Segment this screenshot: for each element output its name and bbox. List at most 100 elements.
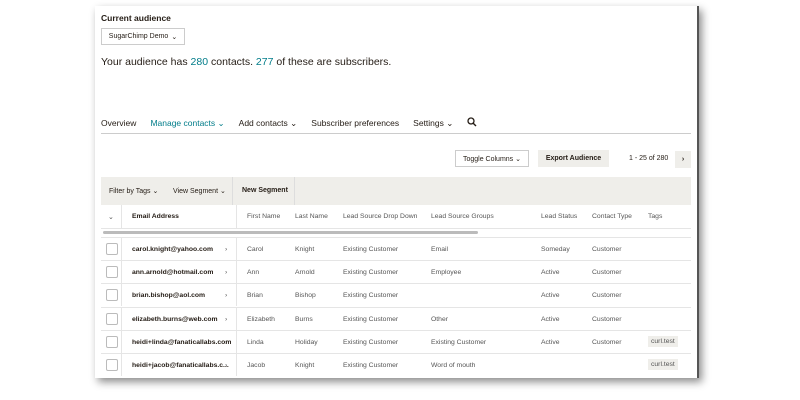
chevron-right-icon[interactable]: › <box>225 269 227 276</box>
table-row[interactable]: › heidi+linda@fanaticallabs.com Linda Holid… <box>101 329 691 353</box>
divider <box>236 238 237 260</box>
subscriber-count: 277 <box>255 56 274 68</box>
divider <box>121 205 122 228</box>
cell-tag: curl.test <box>648 335 678 347</box>
divider <box>294 177 295 205</box>
cell-contact-type: Customer <box>592 246 622 253</box>
divider <box>236 330 237 353</box>
table-row[interactable]: › brian.bishop@aol.com Brian Bishop Existing… <box>101 283 691 307</box>
cell-lead-source-groups: Employee <box>431 269 462 277</box>
summary-text: contacts. <box>208 56 256 68</box>
cell-lead-source-drop-down: Existing Customer <box>343 292 399 300</box>
cell-last-name: Burns <box>295 315 313 323</box>
cell-contact-type: Customer <box>592 338 622 346</box>
column-lead-source-drop-down[interactable]: Lead Source Drop Down <box>343 213 417 220</box>
cell-lead-source-groups: Other <box>431 315 448 323</box>
next-page-button[interactable]: › <box>675 151 691 168</box>
divider <box>236 307 237 330</box>
divider <box>121 307 122 330</box>
cell-email[interactable]: heidi+jacob@fanaticallabs.c... <box>132 362 229 369</box>
tab-subscriber-preferences[interactable]: Subscriber preferences <box>311 118 399 128</box>
cell-lead-source-drop-down: Existing Customer <box>343 246 399 253</box>
column-email[interactable]: Email Address <box>132 213 179 220</box>
row-checkbox[interactable] <box>106 266 118 279</box>
row-checkbox[interactable] <box>106 359 118 371</box>
audience-nav: Overview Manage contacts ⌄ Add contacts … <box>101 117 491 129</box>
divider <box>236 284 237 307</box>
column-lead-source-groups[interactable]: Lead Source Groups <box>431 213 494 220</box>
cell-lead-source-drop-down: Existing Customer <box>343 269 399 277</box>
cell-lead-status: Someday <box>541 246 570 253</box>
cell-email[interactable]: brian.bishop@aol.com <box>132 292 205 299</box>
cell-last-name: Knight <box>295 362 315 369</box>
divider <box>121 238 122 260</box>
chevron-right-icon[interactable]: › <box>225 316 227 323</box>
cell-contact-type: Customer <box>592 292 622 300</box>
cell-first-name: Ann <box>247 269 260 277</box>
cell-email[interactable]: heidi+linda@fanaticallabs.com <box>132 339 231 346</box>
chevron-right-icon[interactable]: › <box>225 246 227 253</box>
cell-lead-status: Active <box>541 315 560 323</box>
row-checkbox[interactable] <box>106 243 118 255</box>
search-icon[interactable] <box>467 117 477 129</box>
divider <box>121 354 122 376</box>
cell-tag: curl.test <box>648 359 678 370</box>
cell-lead-source-groups: Email <box>431 246 448 253</box>
column-tags[interactable]: Tags <box>648 213 662 220</box>
divider <box>232 177 233 205</box>
cell-last-name: Arnold <box>295 269 315 277</box>
tab-overview[interactable]: Overview <box>101 118 136 128</box>
cell-lead-source-groups: Existing Customer <box>431 338 487 346</box>
row-checkbox[interactable] <box>106 312 118 325</box>
tab-add-contacts[interactable]: Add contacts ⌄ <box>239 118 298 129</box>
current-audience-label: Current audience <box>101 13 171 23</box>
new-segment-button[interactable]: New Segment <box>242 187 288 194</box>
column-first-name[interactable]: First Name <box>247 213 280 220</box>
column-last-name[interactable]: Last Name <box>295 213 328 220</box>
divider <box>121 330 122 353</box>
chevron-right-icon[interactable]: › <box>225 292 227 299</box>
pagination-info: 1 - 25 of 280 <box>629 155 669 162</box>
divider <box>236 261 237 284</box>
filter-by-tags-dropdown[interactable]: Filter by Tags ⌄ <box>109 187 158 195</box>
row-checkbox[interactable] <box>106 335 118 348</box>
export-audience-button[interactable]: Export Audience <box>538 150 609 167</box>
cell-lead-source-drop-down: Existing Customer <box>343 338 399 346</box>
divider <box>236 354 237 376</box>
cell-last-name: Knight <box>295 246 315 253</box>
row-checkbox[interactable] <box>106 289 118 302</box>
cell-lead-status: Active <box>541 338 560 346</box>
cell-first-name: Brian <box>247 292 263 300</box>
cell-lead-source-drop-down: Existing Customer <box>343 315 399 323</box>
view-segment-dropdown[interactable]: View Segment ⌄ <box>173 187 226 195</box>
table-row[interactable]: › ann.arnold@hotmail.com Ann Arnold Existing… <box>101 260 691 284</box>
divider <box>236 205 237 228</box>
table-header: ⌄ Email Address First Name Last Name Lea… <box>101 205 691 229</box>
column-lead-status[interactable]: Lead Status <box>541 213 577 220</box>
tab-manage-contacts[interactable]: Manage contacts ⌄ <box>150 118 224 129</box>
nav-divider <box>101 133 691 134</box>
contact-count: 280 <box>190 56 209 68</box>
cell-email[interactable]: carol.knight@yahoo.com <box>132 246 213 253</box>
table-row[interactable]: › carol.knight@yahoo.com Carol Knight Existi… <box>101 237 691 260</box>
table-row[interactable]: › elizabeth.burns@web.com Elizabeth Burns Ex… <box>101 306 691 330</box>
tab-settings[interactable]: Settings ⌄ <box>413 118 453 129</box>
select-all-chevron-icon[interactable]: ⌄ <box>108 213 114 221</box>
cell-lead-source-drop-down: Existing Customer <box>343 362 399 369</box>
cell-contact-type: Customer <box>592 269 622 277</box>
summary-text: of these are subscribers. <box>273 56 392 68</box>
column-contact-type[interactable]: Contact Type <box>592 213 632 220</box>
cell-lead-status: Active <box>541 292 560 300</box>
toggle-columns-button[interactable]: Toggle Columns ⌄ <box>455 150 529 167</box>
audience-select[interactable]: SugarChimp Demo ⌄ <box>101 28 185 45</box>
cell-email[interactable]: elizabeth.burns@web.com <box>132 316 218 323</box>
table-row[interactable]: › heidi+jacob@fanaticallabs.c... Jacob Knig… <box>101 353 691 376</box>
cell-email[interactable]: ann.arnold@hotmail.com <box>132 269 213 276</box>
cell-first-name: Linda <box>247 338 264 346</box>
cell-last-name: Bishop <box>295 292 316 300</box>
horizontal-scrollbar[interactable] <box>103 231 478 234</box>
cell-first-name: Jacob <box>247 362 266 369</box>
cell-contact-type: Customer <box>592 315 622 323</box>
filter-bar: Filter by Tags ⌄ View Segment ⌄ New Segm… <box>101 177 691 205</box>
audience-summary: Your audience has 280 contacts. 277 of t… <box>101 56 391 68</box>
